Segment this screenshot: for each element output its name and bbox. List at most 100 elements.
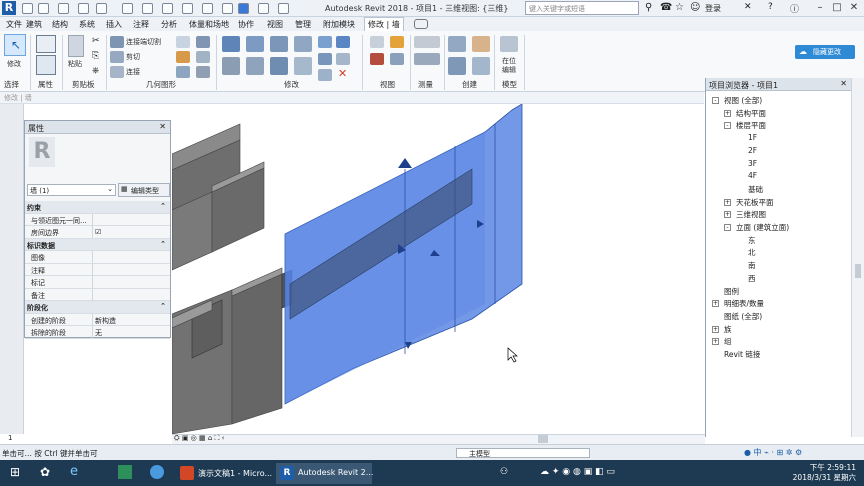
start-windows-icon[interactable]: ⊞ (10, 465, 20, 479)
model-canvas[interactable] (172, 104, 705, 434)
star-icon[interactable]: ☆ (675, 2, 684, 13)
sync-icon[interactable] (58, 3, 69, 14)
active-model-select[interactable]: 主模型 (456, 448, 590, 458)
browser-item[interactable]: 南 (748, 260, 756, 271)
text-icon[interactable] (182, 3, 193, 14)
browser-item[interactable]: 组 (724, 336, 732, 347)
paste-icon[interactable] (68, 35, 84, 57)
sync-button[interactable]: ☁ 隐藏更改 (795, 45, 855, 59)
property-row[interactable]: 标记 (25, 276, 170, 289)
browser-item[interactable]: 3F (748, 159, 757, 168)
tab-analyze[interactable]: 分析 (161, 19, 177, 30)
dimension-icon[interactable] (414, 53, 440, 65)
browser-item[interactable]: 2F (748, 146, 757, 155)
property-group[interactable]: 标识数据 ⌃ (25, 238, 170, 251)
browser-item[interactable]: 北 (748, 247, 756, 258)
tray-icons[interactable]: ☁ ✦ ◉ ◍ ▣ ◧ ▭ (540, 467, 615, 477)
beam-icon[interactable] (196, 66, 210, 78)
selected-wall[interactable] (284, 104, 523, 405)
modify-tool-button[interactable]: ↖ (4, 34, 26, 56)
view-scroll-thumb[interactable] (538, 435, 548, 443)
taskbar-revit[interactable]: R Autodesk Revit 2... (276, 463, 373, 484)
cut-geometry-icon[interactable] (110, 51, 124, 63)
property-row[interactable]: 拆除的阶段 无 (25, 326, 170, 339)
browser-item[interactable]: 图例 (724, 286, 739, 297)
close-hidden-icon[interactable] (258, 3, 269, 14)
paint-icon[interactable] (176, 51, 190, 63)
match-icon[interactable]: ⎈ (92, 66, 99, 76)
login-button[interactable]: 登录 (705, 3, 721, 14)
tab-toggle-icon[interactable] (414, 19, 428, 29)
edge-browser-icon[interactable]: e (70, 464, 78, 479)
tab-insert[interactable]: 插入 (106, 19, 122, 30)
tree-expander-icon[interactable]: + (712, 338, 719, 346)
section-icon[interactable] (222, 3, 233, 14)
taskbar-powerpoint[interactable]: 演示文稿1 - Micro... (176, 463, 272, 484)
property-value[interactable]: ☑ (95, 228, 101, 236)
browser-item[interactable]: 楼层平面 (736, 120, 766, 131)
collapse-group-icon[interactable]: ⌃ (160, 240, 166, 248)
tab-addins[interactable]: 附加模块 (323, 19, 355, 30)
tree-expander-icon[interactable]: + (712, 325, 719, 333)
browser-item[interactable]: 天花板平面 (736, 197, 774, 208)
unpin-icon[interactable] (318, 69, 332, 81)
join-cut-label[interactable]: 连接端切割 (126, 37, 161, 47)
wall-opening-icon[interactable] (176, 66, 190, 78)
wall-joins-icon[interactable] (176, 36, 190, 48)
collapse-group-icon[interactable]: ⌃ (160, 302, 166, 310)
close-browser-icon[interactable]: ✕ (840, 79, 847, 88)
exchange-icon[interactable]: ✕ (744, 2, 752, 12)
wall-upper-left[interactable] (172, 123, 265, 271)
property-group[interactable]: 约束 ⌃ (25, 201, 170, 214)
tab-view[interactable]: 视图 (267, 19, 283, 30)
maximize-button[interactable]: □ (831, 2, 843, 14)
cut-label[interactable]: 剪切 (126, 52, 140, 62)
wall-lower-left[interactable] (172, 267, 293, 434)
type-properties-icon[interactable] (36, 35, 56, 53)
tree-expander-icon[interactable]: - (724, 122, 731, 130)
tree-expander-icon[interactable]: + (724, 109, 731, 117)
tab-systems[interactable]: 系统 (79, 19, 95, 30)
property-value[interactable]: 无 (95, 328, 102, 338)
tab-structure[interactable]: 结构 (52, 19, 68, 30)
offset-icon[interactable] (246, 36, 264, 52)
revit-logo-icon[interactable]: R (2, 1, 16, 15)
browser-item[interactable]: 1F (748, 133, 757, 142)
binoculars-icon[interactable]: ⚲ (645, 2, 652, 13)
property-row[interactable]: 创建的阶段 新构造 (25, 313, 170, 326)
redo-icon[interactable] (96, 3, 107, 14)
tab-modify-wall[interactable]: 修改 | 墙 (364, 17, 404, 31)
app-pinned-2-icon[interactable] (150, 465, 164, 479)
join-geometry-icon[interactable] (110, 66, 124, 78)
cope-icon[interactable] (110, 36, 124, 48)
panel-select[interactable]: 选择 (4, 79, 19, 90)
scroll-thumb[interactable] (855, 264, 861, 278)
thin-lines-icon[interactable] (238, 3, 249, 14)
tree-expander-icon[interactable]: - (712, 97, 719, 104)
browser-item[interactable]: 三维视图 (736, 209, 766, 220)
ime-bar[interactable]: ● 中 ⌁ · ⊞ ✲ ⚙ (744, 447, 802, 458)
browser-item[interactable]: 东 (748, 235, 756, 246)
edit-type-button[interactable]: ▦ 编辑类型 (118, 183, 170, 197)
collapse-group-icon[interactable]: ⌃ (160, 202, 166, 210)
switch-windows-icon[interactable] (278, 3, 289, 14)
copy-element-icon[interactable] (246, 57, 264, 75)
trim-icon[interactable] (294, 57, 312, 75)
help-icon[interactable]: ? (768, 2, 773, 12)
split-face-icon[interactable] (196, 36, 210, 48)
tab-annotate[interactable]: 注释 (133, 19, 149, 30)
hide-icon[interactable] (370, 36, 384, 48)
copy-icon[interactable]: ⎘ (92, 51, 99, 61)
demolish-icon[interactable] (196, 51, 210, 63)
mirror-axis-icon[interactable] (270, 36, 288, 52)
delete-icon[interactable]: ✕ (338, 67, 347, 80)
browser-item[interactable]: 结构平面 (736, 108, 766, 119)
property-group[interactable]: 阶段化 ⌃ (25, 301, 170, 314)
close-properties-icon[interactable]: ✕ (159, 122, 166, 131)
user-icon[interactable]: ☺ (690, 2, 700, 13)
property-row[interactable]: 备注 (25, 288, 170, 301)
browser-item[interactable]: 立面 (建筑立面) (736, 222, 789, 233)
create-assembly-icon[interactable] (448, 36, 466, 52)
tab-file[interactable]: 文件 (6, 19, 22, 30)
view-scale[interactable]: ⛭ ▣ ◎ ▦ ⌂ ⛶ ‹ (174, 434, 224, 443)
